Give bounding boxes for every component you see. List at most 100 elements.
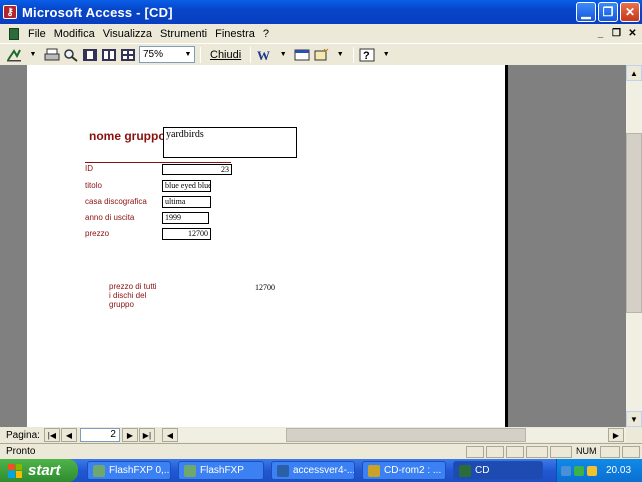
two-pages-icon <box>102 48 116 61</box>
magnifier-icon <box>64 48 78 62</box>
word-icon: W <box>257 48 270 62</box>
group-divider <box>85 162 231 163</box>
new-object-dropdown-icon[interactable]: ▼ <box>332 46 348 64</box>
status-cell <box>600 446 620 458</box>
network-icon[interactable] <box>561 465 571 476</box>
multiple-pages-icon <box>121 48 135 61</box>
database-window-icon <box>294 49 310 60</box>
new-object-icon <box>314 48 329 60</box>
last-page-button[interactable]: ▶| <box>138 428 155 442</box>
multiple-pages-button[interactable] <box>120 46 136 64</box>
scroll-right-button[interactable]: ▶ <box>608 428 624 442</box>
antivirus-icon[interactable] <box>574 465 584 476</box>
help-dropdown-icon[interactable]: ▼ <box>378 46 394 64</box>
field-value-prezzo: 12700 <box>162 228 211 240</box>
view-dropdown-icon[interactable]: ▼ <box>25 46 41 64</box>
menu-visualizza[interactable]: Visualizza <box>99 28 156 40</box>
group-total-label-line: i dischi del <box>109 291 147 300</box>
vertical-scroll-thumb[interactable] <box>626 133 642 313</box>
vertical-scrollbar[interactable]: ▲ ▼ <box>626 65 642 427</box>
start-button[interactable]: start <box>0 459 78 482</box>
taskbar-item-cd-rom2[interactable]: CD-rom2 : ... <box>362 461 446 480</box>
view-button[interactable] <box>6 46 22 64</box>
previous-page-button[interactable]: ◀ <box>60 428 77 442</box>
arrow-up-icon: ▲ <box>630 68 638 78</box>
office-links-button[interactable]: W <box>256 46 272 64</box>
new-object-button[interactable] <box>313 46 329 64</box>
taskbar-item-label: accessver4-... <box>293 465 355 476</box>
taskbar-item-flashfxp[interactable]: FlashFXP <box>178 461 264 480</box>
chevron-down-icon[interactable]: ▼ <box>182 47 194 62</box>
scroll-down-button[interactable]: ▼ <box>626 411 642 427</box>
field-label-titolo: titolo <box>85 181 102 190</box>
next-page-icon: ▶ <box>126 430 133 440</box>
first-page-button[interactable]: |◀ <box>43 428 60 442</box>
doc-close-icon[interactable]: ✕ <box>626 27 639 40</box>
doc-restore-icon[interactable]: ❐ <box>610 27 623 40</box>
group-name-value: yardbirds <box>163 127 297 158</box>
two-pages-button[interactable] <box>101 46 117 64</box>
group-total-value: 12700 <box>255 283 275 292</box>
field-label-anno-di-uscita: anno di uscita <box>85 213 135 222</box>
security-icon[interactable] <box>587 465 597 476</box>
field-value-casa-discografica: ultima <box>162 196 211 208</box>
office-links-dropdown-icon[interactable]: ▼ <box>275 46 291 64</box>
restore-button[interactable]: ❐ <box>598 2 618 22</box>
toolbar-separator <box>200 46 201 63</box>
menu-help[interactable]: ? <box>259 28 273 40</box>
page-label: Pagina: <box>6 429 40 441</box>
taskbar-item-accessver4[interactable]: accessver4-... <box>271 461 355 480</box>
menu-strumenti[interactable]: Strumenti <box>156 28 211 40</box>
page-number-input[interactable]: 2 <box>79 428 120 442</box>
print-button[interactable] <box>44 46 60 64</box>
taskbar-item-cd[interactable]: CD <box>453 461 543 480</box>
next-page-button[interactable]: ▶ <box>121 428 138 442</box>
document-icon[interactable] <box>9 27 19 40</box>
scroll-up-button[interactable]: ▲ <box>626 65 642 81</box>
zoom-select[interactable]: 75% ▼ <box>139 46 195 63</box>
arrow-right-icon: ▶ <box>612 430 620 440</box>
close-window-button[interactable]: ✕ <box>620 2 640 22</box>
menu-bar: File Modifica Visualizza Strumenti Fines… <box>0 24 642 43</box>
field-label-id: ID <box>85 164 93 173</box>
title-bar[interactable]: ⚷ Microsoft Access - [CD] ▁ ❐ ✕ <box>0 0 642 24</box>
svg-text:W: W <box>257 48 270 62</box>
window-title: Microsoft Access - [CD] <box>22 4 173 20</box>
taskbar-item-flashfxp-0[interactable]: FlashFXP 0,... <box>87 461 171 480</box>
field-label-prezzo: prezzo <box>85 229 110 238</box>
group-name-label: nome gruppo <box>89 129 166 143</box>
zoom-button[interactable] <box>63 46 79 64</box>
menu-modifica[interactable]: Modifica <box>50 28 99 40</box>
print-preview-toolbar: ▼ 75% ▼ Chiudi W ▼ ▼ ? ▼ <box>0 43 642 65</box>
start-label: start <box>28 462 61 479</box>
record-navigation-bar: Pagina: |◀ ◀ 2 ▶ ▶| ◀ ▶ <box>0 427 642 443</box>
field-value-titolo: blue eyed blues <box>162 180 211 192</box>
flashfxp-icon <box>93 464 105 477</box>
status-text: Pronto <box>6 446 36 457</box>
menu-finestra[interactable]: Finestra <box>211 28 259 40</box>
windows-taskbar: start FlashFXP 0,... FlashFXP accessver4… <box>0 459 642 482</box>
first-page-icon: |◀ <box>47 430 57 440</box>
toolbar-separator <box>353 46 355 63</box>
horizontal-scrollbar[interactable]: ◀ ▶ <box>162 428 626 442</box>
status-cell <box>466 446 484 458</box>
flashfxp-icon <box>184 464 196 477</box>
clock[interactable]: 20.03 <box>606 465 631 476</box>
restore-icon: ❐ <box>602 5 614 19</box>
status-cell <box>550 446 572 458</box>
minimize-button[interactable]: ▁ <box>576 2 596 22</box>
scroll-left-button[interactable]: ◀ <box>162 428 178 442</box>
help-button[interactable]: ? <box>359 46 375 64</box>
status-bar: Pronto NUM <box>0 443 642 459</box>
page-shadow <box>505 65 508 427</box>
doc-minimize-icon[interactable]: _ <box>594 27 607 40</box>
report-page[interactable]: nome gruppo yardbirds ID 23 titolo blue … <box>27 65 505 427</box>
minimize-icon: ▁ <box>581 5 591 19</box>
field-label-casa-discografica: casa discografica <box>85 197 147 206</box>
menu-file[interactable]: File <box>24 28 50 40</box>
field-value-anno-di-uscita: 1999 <box>162 212 209 224</box>
one-page-button[interactable] <box>82 46 98 64</box>
database-window-button[interactable] <box>294 46 310 64</box>
close-preview-button[interactable]: Chiudi <box>206 46 245 64</box>
horizontal-scroll-thumb[interactable] <box>286 428 526 442</box>
